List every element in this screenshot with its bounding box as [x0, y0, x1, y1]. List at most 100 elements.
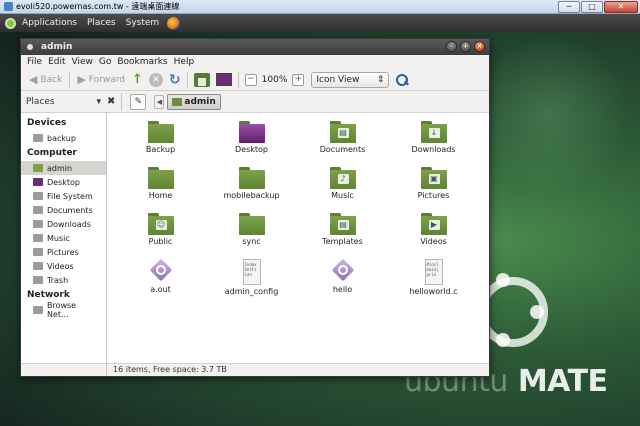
chevron-down-icon: ▾ — [96, 96, 101, 107]
sidebar-item-admin[interactable]: admin — [21, 161, 106, 175]
sidebar-item-trash[interactable]: Trash — [21, 273, 106, 287]
file-item[interactable]: ▤ Templates — [297, 213, 388, 259]
close-button[interactable]: × — [474, 41, 485, 52]
location-bar: Places ▾ ✖ ✎ ◀ admin — [21, 91, 489, 113]
folder-icon — [238, 213, 265, 235]
sidebar-item-label: Videos — [47, 261, 74, 271]
reload-icon[interactable]: ↻ — [169, 72, 181, 88]
view-mode-select[interactable]: Icon View ⇕ — [311, 71, 390, 88]
home-icon[interactable] — [193, 72, 210, 87]
file-item-label: Home — [148, 191, 173, 200]
back-arrow-icon: ◀ — [29, 73, 38, 86]
firefox-launcher-icon[interactable] — [167, 16, 181, 30]
remote-desktop-icon — [4, 2, 13, 11]
breadcrumb[interactable]: admin — [167, 93, 221, 110]
up-arrow-icon[interactable]: ↑ — [132, 72, 143, 87]
places-sidebar: Devices backup Computer admin Desktop File Sy… — [21, 113, 107, 363]
stop-icon[interactable]: ✕ — [148, 72, 163, 87]
file-item[interactable]: ▤ Documents — [297, 121, 388, 167]
sidebar-item-browse-net[interactable]: Browse Net... — [21, 301, 106, 319]
menu-file[interactable]: File — [24, 57, 45, 67]
executable-icon — [149, 258, 172, 283]
sidebar-item-backup[interactable]: backup — [21, 131, 106, 145]
folder-icon: ♪ — [329, 167, 356, 189]
menu-bookmarks[interactable]: Bookmarks — [114, 57, 170, 67]
breadcrumb-left-icon[interactable]: ◀ — [154, 94, 165, 109]
sidebar-item-desktop[interactable]: Desktop — [21, 175, 106, 189]
file-item[interactable]: ▶ Videos — [388, 213, 479, 259]
text-file-icon: Index Setti Lan — [241, 259, 263, 285]
file-item[interactable]: ▣ Pictures — [388, 167, 479, 213]
sidepane-select[interactable]: Places ▾ — [21, 91, 107, 113]
file-item[interactable]: Desktop — [206, 121, 297, 167]
computer-icon[interactable] — [215, 73, 232, 86]
top-panel: Applications Places System — [0, 14, 640, 32]
menu-view[interactable]: View — [69, 57, 96, 67]
applications-menu[interactable]: Applications — [17, 18, 82, 28]
trash-icon — [33, 276, 43, 284]
file-item-label: Public — [148, 237, 173, 246]
toolbar: ◀ Back ▶ Forward ↑ ✕ ↻ − 100% + Icon Vie… — [21, 69, 489, 91]
file-item[interactable]: Backup — [115, 121, 206, 167]
zoom-out-icon[interactable]: − — [244, 73, 257, 86]
toolbar-separator — [186, 71, 188, 88]
minimize-button[interactable]: – — [446, 41, 457, 52]
menu-edit[interactable]: Edit — [45, 57, 68, 67]
folder-icon: ▣ — [420, 167, 447, 189]
sidebar-item-file-system[interactable]: File System — [21, 189, 106, 203]
file-item[interactable]: a.out — [115, 258, 206, 305]
window-menu-icon[interactable] — [27, 44, 33, 50]
folder-icon: ▶ — [420, 213, 447, 235]
file-item[interactable]: ♪ Music — [297, 167, 388, 213]
sidebar-item-label: admin — [47, 163, 73, 173]
remote-minimize-button[interactable]: ─ — [558, 1, 580, 13]
edit-location-icon[interactable]: ✎ — [130, 93, 147, 110]
file-item-label: admin_config — [224, 287, 279, 296]
search-icon[interactable] — [395, 73, 409, 87]
desktop-icon — [33, 178, 43, 186]
status-left — [21, 363, 107, 376]
file-item[interactable]: Index Setti Lan admin_config — [206, 259, 297, 305]
forward-button[interactable]: ▶ Forward — [73, 71, 129, 89]
file-item-label: Templates — [322, 237, 363, 246]
sidebar-item-music[interactable]: Music — [21, 231, 106, 245]
folder-emblem-icon: ▣ — [428, 174, 440, 184]
sidebar-item-videos[interactable]: Videos — [21, 259, 106, 273]
file-item-label: Music — [331, 191, 354, 200]
file-item-label: Videos — [420, 237, 447, 246]
window-controls: – + × — [446, 41, 485, 52]
file-item[interactable]: hello — [297, 258, 388, 305]
menu-help[interactable]: Help — [171, 57, 198, 67]
sidebar-item-downloads[interactable]: Downloads — [21, 217, 106, 231]
remote-close-button[interactable]: ✕ — [604, 1, 638, 13]
file-item-label: Desktop — [235, 145, 268, 154]
close-sidepane-icon[interactable]: ✖ — [107, 96, 115, 107]
sidebar-item-label: Trash — [47, 275, 69, 285]
file-item[interactable]: sync — [206, 213, 297, 259]
file-item[interactable]: Home — [115, 167, 206, 213]
file-item-label: Documents — [319, 145, 366, 154]
file-item[interactable]: ☺ Public — [115, 213, 206, 259]
folder-icon: ↓ — [420, 121, 447, 143]
folder-emblem-icon: ☺ — [155, 220, 167, 230]
system-menu[interactable]: System — [121, 18, 165, 28]
executable-icon — [331, 258, 354, 283]
remote-maximize-button[interactable]: □ — [581, 1, 603, 13]
menu-go[interactable]: Go — [96, 57, 114, 67]
maximize-button[interactable]: + — [460, 41, 471, 52]
file-item[interactable]: ↓ Downloads — [388, 121, 479, 167]
mate-menu-icon[interactable] — [5, 17, 16, 29]
zoom-in-icon[interactable]: + — [292, 73, 305, 86]
places-menu[interactable]: Places — [82, 18, 121, 28]
file-item[interactable]: #incl main( prin helloworld.c — [388, 259, 479, 305]
back-button[interactable]: ◀ Back — [25, 71, 66, 89]
window-titlebar[interactable]: admin – + × — [21, 39, 489, 55]
file-grid: Backup Desktop ▤ Documents ↓ Downloads Home mob… — [115, 121, 479, 305]
sidebar-item-pictures[interactable]: Pictures — [21, 245, 106, 259]
chevron-updown-icon: ⇕ — [376, 74, 385, 85]
folder-emblem-icon: ▤ — [337, 128, 349, 138]
sidebar-item-documents[interactable]: Documents — [21, 203, 106, 217]
file-item[interactable]: mobilebackup — [206, 167, 297, 213]
remote-window-controls: ─ □ ✕ — [558, 1, 638, 13]
sidebar-heading: Devices — [27, 118, 67, 128]
